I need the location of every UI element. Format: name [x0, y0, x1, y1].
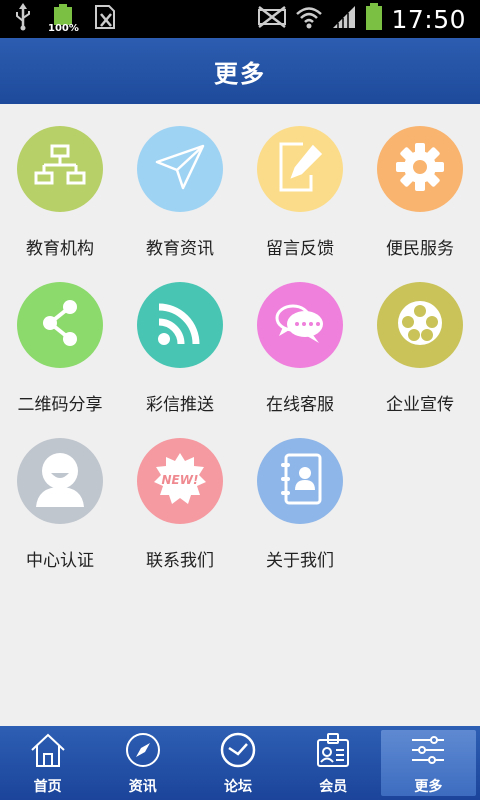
wifi-icon: [295, 5, 323, 33]
tile-label: 便民服务: [386, 239, 454, 259]
tile-label: 企业宣传: [386, 395, 454, 415]
tile-convenience-services[interactable]: 便民服务: [360, 104, 480, 260]
home-icon: [30, 732, 66, 772]
gear-icon: [395, 142, 445, 196]
nav-more[interactable]: 更多: [380, 730, 477, 796]
sliders-icon: [410, 732, 446, 772]
chat-icon: [275, 300, 325, 350]
battery-percent: 100%: [48, 23, 79, 34]
tile-message-feedback[interactable]: 留言反馈: [240, 104, 360, 260]
compass-icon: [125, 732, 161, 772]
battery-icon: [365, 3, 383, 35]
svg-text:NEW!: NEW!: [162, 473, 199, 487]
user-icon: [33, 451, 87, 511]
new-badge-icon: NEW!: [152, 451, 208, 511]
nav-label: 资讯: [128, 779, 157, 795]
tile-mms-push[interactable]: 彩信推送: [120, 260, 240, 416]
bottom-nav: 首页 资讯 论坛 会员 更多: [0, 726, 480, 800]
signal-icon: [331, 4, 357, 34]
share-icon: [40, 299, 80, 351]
tile-icon-circle: NEW!: [137, 438, 223, 524]
member-card-icon: [315, 732, 351, 772]
clock-icon: [220, 732, 256, 772]
tile-icon-circle: [257, 126, 343, 212]
tile-icon-circle: [137, 282, 223, 368]
edit-icon: [277, 141, 323, 197]
nav-label: 论坛: [224, 779, 252, 795]
tile-label: 二维码分享: [17, 395, 103, 415]
nav-label: 首页: [33, 779, 62, 795]
tile-icon-circle: [257, 438, 343, 524]
tile-label: 联系我们: [146, 551, 214, 571]
tile-label: 关于我们: [266, 551, 334, 571]
tile-label: 中心认证: [26, 551, 94, 571]
status-left: 100%: [14, 3, 116, 35]
tile-icon-circle: [377, 282, 463, 368]
status-bar: 100% 17:50: [0, 0, 480, 38]
tile-about-us[interactable]: 关于我们: [240, 416, 360, 572]
nav-home[interactable]: 首页: [0, 726, 95, 800]
rss-icon: [155, 298, 205, 352]
tile-qr-share[interactable]: 二维码分享: [0, 260, 120, 416]
nav-label: 更多: [414, 779, 443, 795]
nav-forum[interactable]: 论坛: [190, 726, 285, 800]
tile-online-service[interactable]: 在线客服: [240, 260, 360, 416]
sim-icon: [94, 4, 116, 34]
tile-icon-circle: [137, 126, 223, 212]
film-reel-icon: [395, 298, 445, 352]
tile-label: 教育机构: [26, 239, 94, 259]
tile-label: 留言反馈: [266, 239, 334, 259]
tile-icon-circle: [17, 438, 103, 524]
page-title: 更多: [214, 59, 266, 88]
tile-center-certification[interactable]: 中心认证: [0, 416, 120, 572]
contacts-book-icon: [276, 452, 324, 510]
tile-enterprise-promo[interactable]: 企业宣传: [360, 260, 480, 416]
clock: 17:50: [391, 4, 466, 34]
org-chart-icon: [34, 143, 86, 195]
usb-icon: [14, 3, 32, 35]
tile-contact-us[interactable]: NEW! 联系我们: [120, 416, 240, 572]
tile-label: 在线客服: [266, 395, 334, 415]
nav-news[interactable]: 资讯: [95, 726, 190, 800]
battery-icon: 100%: [48, 4, 79, 34]
tile-label: 教育资讯: [146, 239, 214, 259]
mute-icon: [257, 5, 287, 33]
paper-plane-icon: [155, 144, 205, 194]
status-right: 17:50: [257, 0, 466, 38]
tile-icon-circle: [257, 282, 343, 368]
nav-member[interactable]: 会员: [286, 726, 381, 800]
tile-education-institutions[interactable]: 教育机构: [0, 104, 120, 260]
tile-label: 彩信推送: [146, 395, 214, 415]
nav-label: 会员: [319, 779, 348, 795]
tile-education-news[interactable]: 教育资讯: [120, 104, 240, 260]
tile-icon-circle: [17, 282, 103, 368]
tile-icon-circle: [377, 126, 463, 212]
title-bar: 更多: [0, 38, 480, 104]
tile-icon-circle: [17, 126, 103, 212]
